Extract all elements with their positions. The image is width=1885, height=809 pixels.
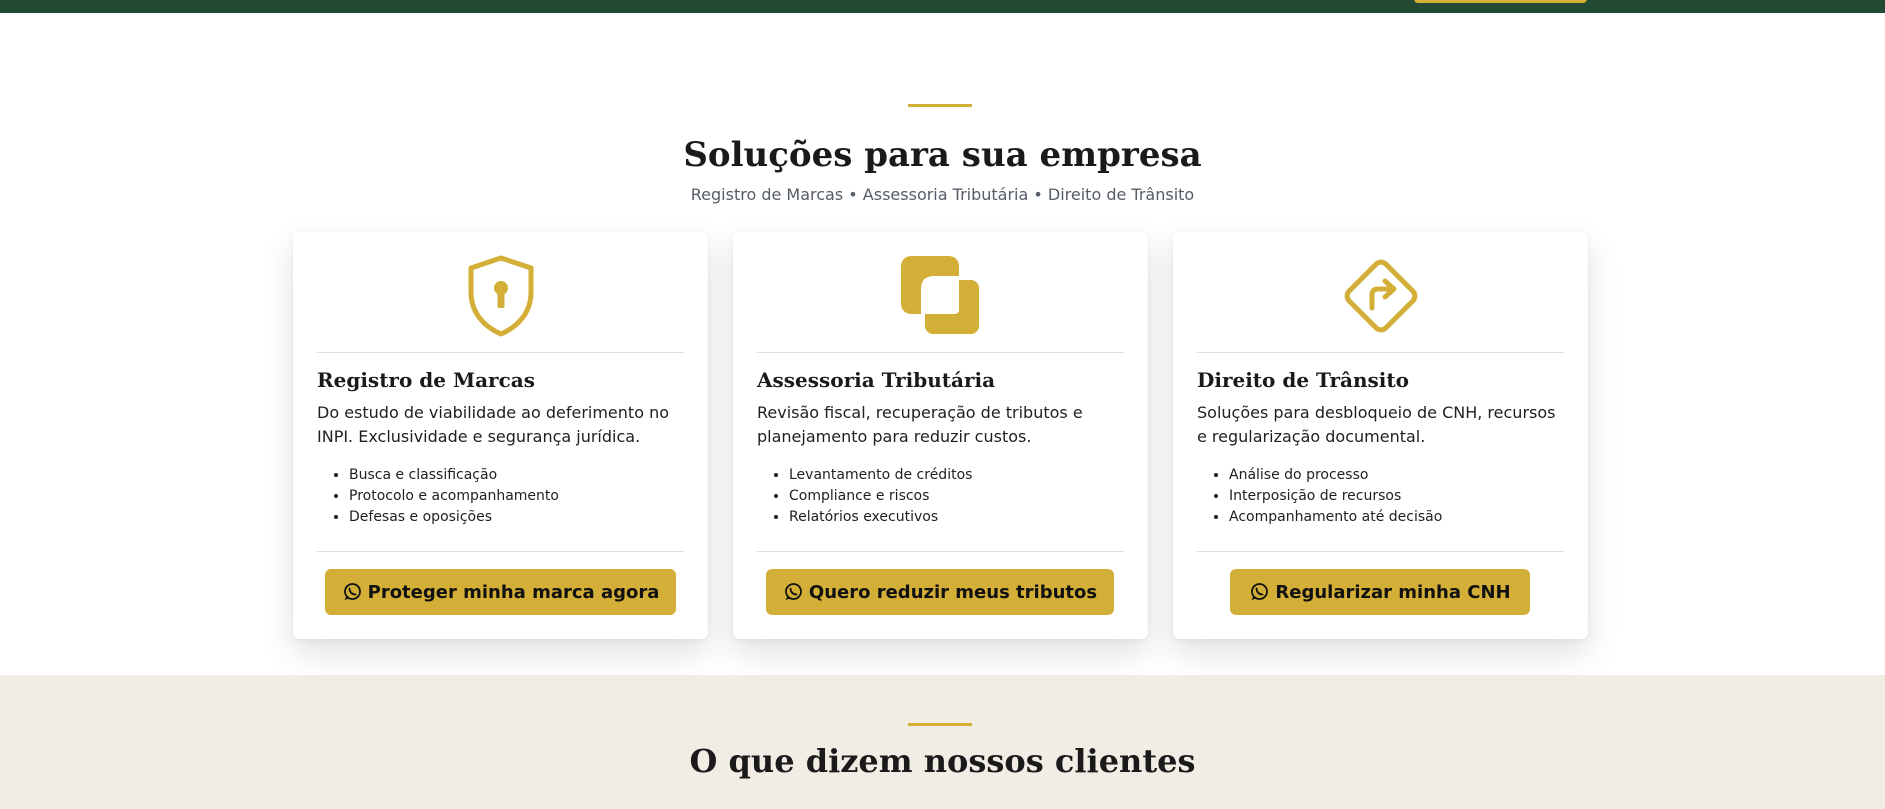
- services-accent-line: [908, 104, 972, 107]
- list-item: Análise do processo: [1229, 465, 1442, 486]
- list-item: Acompanhamento até decisão: [1229, 507, 1442, 528]
- card-divider-bottom: [1197, 551, 1564, 552]
- whatsapp-icon: [343, 583, 361, 600]
- list-item: Compliance e riscos: [789, 486, 972, 507]
- list-item: Levantamento de créditos: [789, 465, 972, 486]
- reduce-taxes-button[interactable]: Quero reduzir meus tributos: [766, 569, 1114, 615]
- card-divider-bottom: [757, 551, 1124, 552]
- card-feature-list: Levantamento de créditos Compliance e ri…: [789, 465, 972, 528]
- card-title: Direito de Trânsito: [1197, 368, 1409, 392]
- whatsapp-icon: [1251, 583, 1269, 600]
- turn-right-sign-icon: [1173, 254, 1588, 338]
- list-item: Protocolo e acompanhamento: [349, 486, 559, 507]
- list-item: Defesas e oposições: [349, 507, 559, 528]
- top-header-bar: [0, 0, 1885, 13]
- list-item: Busca e classificação: [349, 465, 559, 486]
- shield-keyhole-icon: [293, 254, 708, 338]
- overlapping-squares-icon: [733, 254, 1148, 338]
- list-item: Relatórios executivos: [789, 507, 972, 528]
- card-description: Do estudo de viabilidade ao deferimento …: [317, 403, 669, 446]
- list-item: Interposição de recursos: [1229, 486, 1442, 507]
- card-divider-top: [757, 352, 1124, 353]
- card-description: Revisão fiscal, recuperação de tributos …: [757, 403, 1083, 446]
- header-cta-button[interactable]: [1414, 0, 1587, 3]
- card-description: Soluções para desbloqueio de CNH, recurs…: [1197, 403, 1556, 446]
- testimonials-title: O que dizem nossos clientes: [689, 742, 1196, 780]
- card-title: Assessoria Tributária: [757, 368, 996, 392]
- service-card-direito-transito: Direito de Trânsito Soluções para desblo…: [1173, 232, 1588, 639]
- service-card-registro-marcas: Registro de Marcas Do estudo de viabilid…: [293, 232, 708, 639]
- testimonials-section: O que dizem nossos clientes: [0, 675, 1885, 809]
- testimonials-accent-line: [908, 723, 972, 726]
- services-subtitle: Registro de Marcas • Assessoria Tributár…: [690, 185, 1195, 204]
- regularize-cnh-button[interactable]: Regularizar minha CNH: [1230, 569, 1530, 615]
- card-title: Registro de Marcas: [317, 368, 535, 392]
- card-divider-top: [1197, 352, 1564, 353]
- card-feature-list: Busca e classificação Protocolo e acompa…: [349, 465, 559, 528]
- whatsapp-icon: [784, 583, 802, 600]
- card-feature-list: Análise do processo Interposição de recu…: [1229, 465, 1442, 528]
- button-label: Proteger minha marca agora: [367, 581, 660, 603]
- protect-brand-button[interactable]: Proteger minha marca agora: [325, 569, 676, 615]
- card-divider-top: [317, 352, 684, 353]
- button-label: Regularizar minha CNH: [1275, 581, 1511, 603]
- button-label: Quero reduzir meus tributos: [808, 581, 1098, 603]
- service-card-assessoria-tributaria: Assessoria Tributária Revisão fiscal, re…: [733, 232, 1148, 639]
- card-divider-bottom: [317, 551, 684, 552]
- services-section: Soluções para sua empresa Registro de Ma…: [0, 13, 1885, 675]
- services-title: Soluções para sua empresa: [683, 135, 1202, 175]
